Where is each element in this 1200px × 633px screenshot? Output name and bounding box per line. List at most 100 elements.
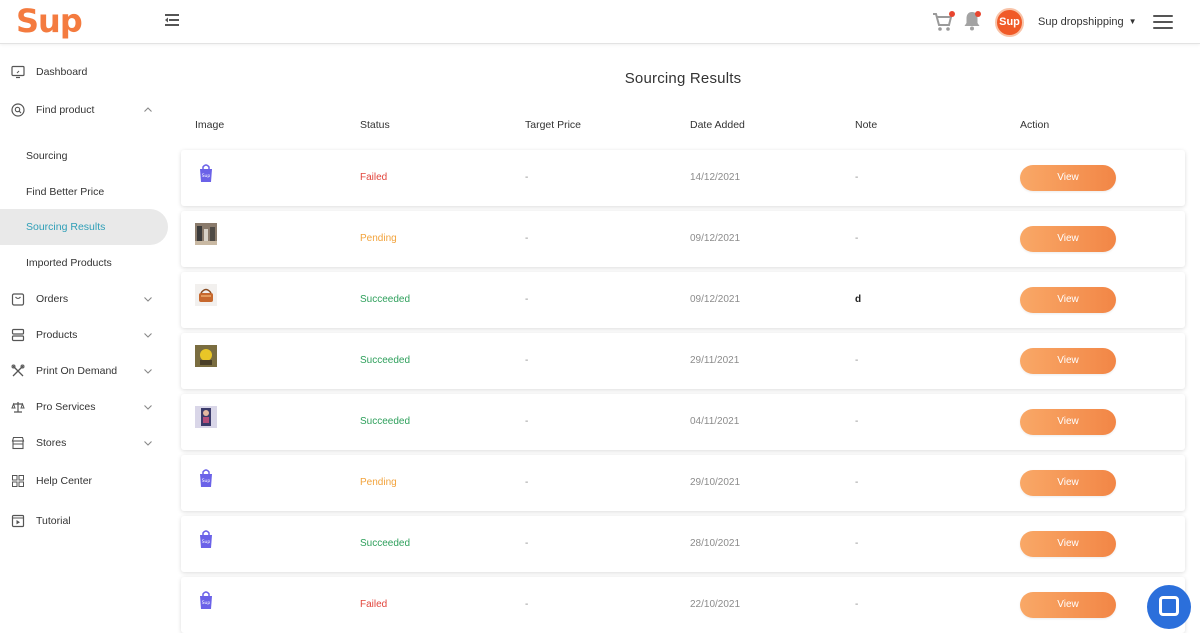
status-text: Pending — [360, 233, 397, 244]
brand-logo[interactable]: Sup — [16, 2, 83, 40]
sidebar-subitem-label: Imported Products — [26, 257, 112, 269]
grid-icon — [12, 475, 24, 487]
target-price: - — [525, 355, 529, 366]
target-price: - — [525, 599, 529, 610]
sidebar-item-print-on-demand[interactable]: Print On Demand — [0, 354, 168, 388]
date-added: 14/12/2021 — [690, 172, 741, 183]
cart-notification-dot — [949, 11, 955, 17]
sidebar-item-help-center[interactable]: Help Center — [0, 464, 168, 498]
search-circle-icon — [11, 103, 25, 117]
chevron-down-icon — [144, 297, 152, 302]
sidebar-item-label: Dashboard — [36, 66, 88, 78]
note-text: d — [855, 294, 862, 305]
sidebar-subitem-sourcing-results[interactable]: Sourcing Results — [0, 209, 168, 245]
target-price: - — [525, 172, 529, 183]
column-header-note: Note — [855, 119, 878, 131]
target-price: - — [525, 477, 529, 488]
sidebar-item-label: Stores — [36, 437, 67, 449]
view-button[interactable]: View — [1020, 226, 1116, 252]
view-button[interactable]: View — [1020, 409, 1116, 435]
sidebar-item-dashboard[interactable]: Dashboard — [0, 55, 168, 89]
sidebar-subitem-find-better-price[interactable]: Find Better Price — [0, 174, 168, 210]
date-added: 09/12/2021 — [690, 294, 741, 305]
sidebar-item-label: Find product — [36, 104, 95, 116]
stack-icon — [11, 328, 25, 342]
sidebar-item-tutorial[interactable]: Tutorial — [0, 504, 168, 538]
product-thumbnail[interactable]: Sup — [195, 467, 217, 489]
view-button[interactable]: View — [1020, 348, 1116, 374]
sidebar-item-stores[interactable]: Stores — [0, 426, 168, 460]
bag-icon — [11, 293, 25, 306]
sidebar-subitem-label: Sourcing Results — [26, 221, 106, 233]
status-text: Failed — [360, 172, 388, 183]
status-text: Pending — [360, 477, 397, 488]
note-text: - — [855, 233, 859, 244]
sidebar-subitem-label: Find Better Price — [26, 186, 105, 198]
chevron-up-icon — [144, 107, 152, 112]
note-text: - — [855, 538, 859, 549]
avatar[interactable]: Sup — [995, 8, 1024, 37]
sidebar-item-find-product[interactable]: Find product — [0, 93, 168, 127]
view-button[interactable]: View — [1020, 287, 1116, 313]
target-price: - — [525, 416, 529, 427]
product-thumbnail[interactable] — [195, 406, 217, 428]
product-thumbnail[interactable]: Sup — [195, 528, 217, 550]
date-added: 29/10/2021 — [690, 477, 741, 488]
table-row: Sup Failed - 14/12/2021 - View — [181, 150, 1185, 206]
product-thumbnail[interactable] — [195, 223, 217, 245]
page-title: Sourcing Results — [624, 70, 742, 87]
product-thumbnail[interactable]: Sup — [195, 589, 217, 611]
collapse-sidebar-icon[interactable] — [163, 11, 181, 29]
sidebar-item-orders[interactable]: Orders — [0, 282, 168, 316]
svg-text:Sup: Sup — [202, 600, 211, 606]
view-button[interactable]: View — [1020, 531, 1116, 557]
svg-text:Sup: Sup — [202, 539, 211, 545]
date-added: 22/10/2021 — [690, 599, 741, 610]
sidebar-item-products[interactable]: Products — [0, 318, 168, 352]
note-text: - — [855, 477, 859, 488]
sidebar-item-pro-services[interactable]: Pro Services — [0, 390, 168, 424]
date-added: 28/10/2021 — [690, 538, 741, 549]
sidebar-subitem-sourcing[interactable]: Sourcing — [0, 138, 168, 174]
target-price: - — [525, 233, 529, 244]
product-thumbnail[interactable] — [195, 345, 217, 367]
view-button[interactable]: View — [1020, 470, 1116, 496]
view-button[interactable]: View — [1020, 592, 1116, 618]
svg-text:Sup: Sup — [202, 478, 211, 484]
note-text: - — [855, 172, 859, 183]
status-text: Failed — [360, 599, 388, 610]
sidebar-item-label: Print On Demand — [36, 365, 118, 377]
sidebar-subitem-imported-products[interactable]: Imported Products — [0, 245, 168, 281]
chevron-down-icon — [144, 333, 152, 338]
chat-icon — [1159, 596, 1179, 616]
tools-icon — [11, 364, 25, 377]
monitor-icon — [11, 65, 25, 79]
table-row: Sup Pending - 29/10/2021 - View — [181, 455, 1185, 511]
status-text: Succeeded — [360, 416, 411, 427]
sidebar-item-label: Pro Services — [36, 401, 96, 413]
status-text: Succeeded — [360, 355, 411, 366]
top-header: Sup Sup Sup dropshipping ▼ — [0, 0, 1200, 44]
note-text: - — [855, 416, 859, 427]
hamburger-menu-icon[interactable] — [1153, 15, 1173, 30]
sidebar-item-label: Help Center — [36, 475, 93, 487]
account-dropdown[interactable]: Sup dropshipping ▼ — [1038, 16, 1137, 28]
date-added: 04/11/2021 — [690, 416, 740, 427]
sidebar-subitem-label: Sourcing — [26, 150, 68, 162]
chat-widget-button[interactable] — [1147, 585, 1191, 629]
table-row: Succeeded - 29/11/2021 - View — [181, 333, 1185, 389]
status-text: Succeeded — [360, 538, 411, 549]
date-added: 09/12/2021 — [690, 233, 741, 244]
chevron-down-icon — [144, 369, 152, 374]
sidebar-item-label: Tutorial — [36, 515, 71, 527]
target-price: - — [525, 294, 529, 305]
product-thumbnail[interactable]: Sup — [195, 162, 217, 184]
sidebar-item-label: Orders — [36, 293, 69, 305]
column-header-target-price: Target Price — [525, 119, 582, 131]
caret-down-icon: ▼ — [1128, 17, 1137, 26]
view-button[interactable]: View — [1020, 165, 1116, 191]
status-text: Succeeded — [360, 294, 411, 305]
sidebar-item-label: Products — [36, 329, 78, 341]
table-row: Succeeded - 04/11/2021 - View — [181, 394, 1185, 450]
product-thumbnail[interactable] — [195, 284, 217, 306]
